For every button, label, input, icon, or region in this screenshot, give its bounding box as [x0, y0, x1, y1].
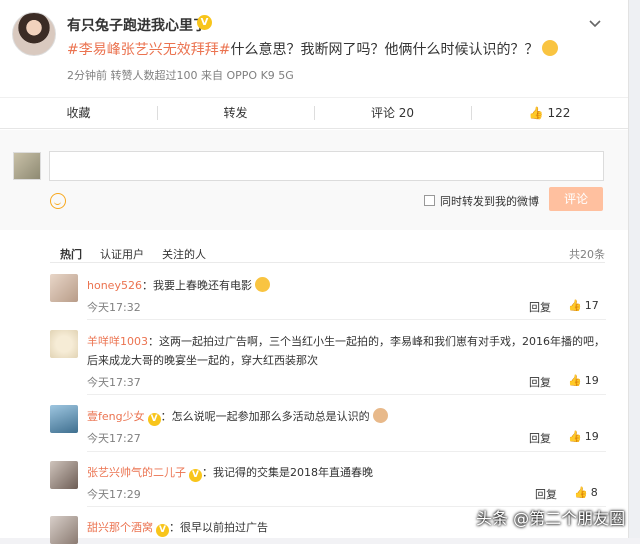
- comment-time: 今天17:27: [87, 432, 141, 445]
- comment-like-button[interactable]: 👍 8: [574, 486, 598, 499]
- like-button[interactable]: 👍 122: [471, 98, 628, 128]
- comment-text: ：怎么说呢一起参加那么多活动总是认识的: [160, 410, 370, 423]
- reply-button[interactable]: 回复: [535, 486, 557, 502]
- comment-text: ：这两一起拍过广告啊，三个当红小生一起拍的，李易峰和我们崽有对手戏，2016年播…: [148, 335, 605, 348]
- commenter-avatar[interactable]: [50, 516, 78, 544]
- tab-following[interactable]: 关注的人: [162, 248, 206, 261]
- comment-like-button[interactable]: 👍 19: [568, 374, 599, 387]
- chevron-down-icon[interactable]: [588, 16, 602, 30]
- commenter-avatar[interactable]: [50, 405, 78, 433]
- commenter-avatar[interactable]: [50, 461, 78, 489]
- verified-badge-icon: V: [156, 524, 169, 537]
- author-avatar[interactable]: [12, 12, 56, 56]
- verified-badge-icon: V: [197, 15, 212, 30]
- action-bar: 收藏 转发 评论 20 👍 122: [0, 97, 628, 129]
- comment-total: 共20条: [569, 248, 605, 261]
- post-meta: 2分钟前 转赞人数超过100 来自 OPPO K9 5G: [67, 69, 294, 82]
- comment-button[interactable]: 评论 20: [314, 98, 471, 128]
- thumbs-up-icon: 👍: [528, 106, 544, 120]
- emoji-picker-icon[interactable]: [50, 193, 66, 209]
- comment-time: 今天17:29: [87, 488, 141, 501]
- post-text: #李易峰张艺兴无效拜拜#什么意思？我断网了吗？他俩什么时候认识的？？: [67, 39, 559, 59]
- thumbs-up-icon: 👍: [568, 374, 582, 387]
- my-avatar: [13, 152, 41, 180]
- comment-like-button[interactable]: 👍 17: [568, 299, 599, 312]
- divider: [87, 394, 606, 395]
- post-header: 有只兔子跑进我心里了 V #李易峰张艺兴无效拜拜#什么意思？我断网了吗？他俩什么…: [12, 12, 618, 92]
- comment-like-button[interactable]: 👍 19: [568, 430, 599, 443]
- commenter-avatar[interactable]: [50, 274, 78, 302]
- cat-emoji-icon: [372, 408, 388, 423]
- weibo-post-card: 有只兔子跑进我心里了 V #李易峰张艺兴无效拜拜#什么意思？我断网了吗？他俩什么…: [0, 0, 628, 544]
- thumbs-up-icon: 👍: [568, 299, 582, 312]
- comment-text-continued: 后来成龙大哥的晚宴坐一起的，穿大红西装那次: [87, 354, 318, 367]
- comment-line: honey526：我要上春晚还有电影: [87, 277, 270, 293]
- commenter-name[interactable]: 张艺兴帅气的二儿子: [87, 466, 186, 479]
- comment-text: ：我记得的交集是2018年直通春晚: [202, 466, 373, 479]
- laugh-emoji-icon: [542, 40, 559, 56]
- commenter-name[interactable]: 甜兴那个酒窝: [87, 521, 153, 534]
- forward-checkbox[interactable]: [424, 195, 435, 206]
- tab-hot[interactable]: 热门: [60, 248, 82, 261]
- post-body: 什么意思？我断网了吗？他俩什么时候认识的？？: [230, 42, 539, 58]
- favorite-button[interactable]: 收藏: [0, 98, 157, 128]
- like-count: 122: [547, 106, 571, 120]
- comment-like-count: 8: [590, 486, 598, 499]
- thumbs-up-icon: 👍: [568, 430, 582, 443]
- watermark: 头条 @第二个朋友圈: [476, 509, 626, 528]
- comment-input[interactable]: [49, 151, 604, 181]
- divider: [50, 262, 605, 263]
- comment-text: ：我要上春晚还有电影: [141, 279, 252, 292]
- comment-line: 壹feng少女 V ：怎么说呢一起参加那么多活动总是认识的: [87, 408, 388, 426]
- comment-text: ：很早以前拍过广告: [169, 521, 268, 534]
- submit-comment-button[interactable]: 评论: [549, 187, 603, 211]
- forward-label: 同时转发到我的微博: [440, 195, 539, 208]
- verified-badge-icon: V: [147, 413, 161, 426]
- smile-emoji-icon: [254, 277, 270, 292]
- thumbs-up-icon: 👍: [574, 486, 588, 499]
- comment-label: 评论 20: [370, 106, 415, 120]
- tab-verified[interactable]: 认证用户: [100, 248, 144, 261]
- commenter-name[interactable]: 羊咩咩1003: [87, 335, 148, 348]
- commenter-avatar[interactable]: [50, 330, 78, 358]
- comment-time: 今天17:37: [87, 376, 141, 389]
- comment-line: 羊咩咩1003：这两一起拍过广告啊，三个当红小生一起拍的，李易峰和我们崽有对手戏…: [87, 333, 605, 349]
- comment-line: 张艺兴帅气的二儿子 V ：我记得的交集是2018年直通春晚: [87, 464, 373, 482]
- comment-like-count: 19: [584, 430, 599, 443]
- reply-button[interactable]: 回复: [529, 374, 551, 390]
- commenter-name[interactable]: 壹feng少女: [87, 410, 145, 423]
- favorite-label: 收藏: [66, 106, 91, 120]
- page-scroll-gutter: [628, 0, 640, 538]
- comment-time: 今天17:32: [87, 301, 141, 314]
- repost-label: 转发: [223, 106, 248, 120]
- comment-like-count: 19: [584, 374, 599, 387]
- reply-button[interactable]: 回复: [529, 299, 551, 315]
- divider: [87, 319, 606, 320]
- hashtag-link[interactable]: #李易峰张艺兴无效拜拜#: [67, 42, 230, 58]
- comment-line: 甜兴那个酒窝 V ：很早以前拍过广告: [87, 519, 268, 537]
- verified-badge-icon: V: [189, 469, 202, 482]
- comment-like-count: 17: [584, 299, 599, 312]
- divider: [87, 451, 606, 452]
- comment-filters: 热门 认证用户 关注的人: [60, 246, 224, 262]
- author-name[interactable]: 有只兔子跑进我心里了: [67, 15, 207, 35]
- reply-button[interactable]: 回复: [529, 430, 551, 446]
- commenter-name[interactable]: honey526: [87, 279, 142, 292]
- repost-button[interactable]: 转发: [157, 98, 314, 128]
